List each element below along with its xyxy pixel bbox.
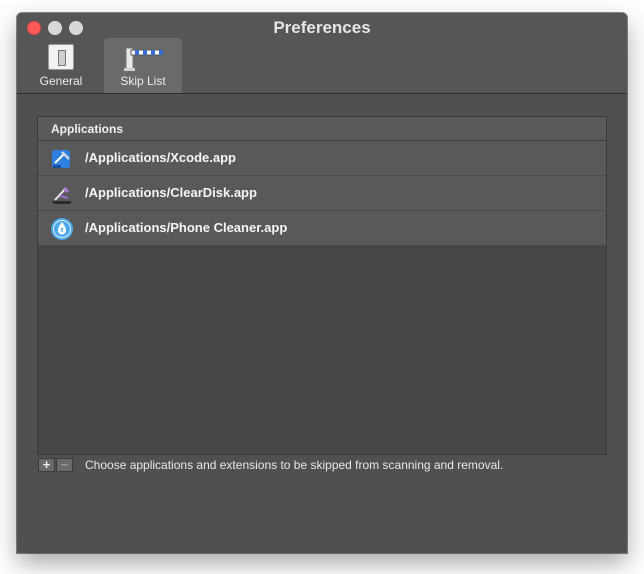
tab-skip-list[interactable]: Skip List bbox=[104, 38, 182, 93]
phone-cleaner-icon bbox=[51, 218, 73, 240]
add-button[interactable]: + bbox=[38, 458, 55, 472]
window-title: Preferences bbox=[273, 18, 371, 37]
switch-icon bbox=[48, 44, 74, 70]
skip-list-hint: Choose applications and extensions to be… bbox=[85, 458, 504, 472]
table-row[interactable]: /Applications/Phone Cleaner.app bbox=[38, 211, 606, 246]
tab-skip-list-label: Skip List bbox=[120, 74, 166, 88]
remove-button[interactable]: − bbox=[56, 458, 73, 472]
tab-general-label: General bbox=[39, 74, 83, 88]
titlebar: Preferences General Skip List bbox=[17, 13, 627, 94]
row-path: /Applications/ClearDisk.app bbox=[85, 185, 257, 200]
table-row[interactable]: /Applications/ClearDisk.app bbox=[38, 176, 606, 211]
preferences-window: Preferences General Skip List Applicatio… bbox=[17, 13, 627, 553]
row-path: /Applications/Xcode.app bbox=[85, 150, 236, 165]
table-row[interactable]: /Applications/Xcode.app bbox=[38, 141, 606, 176]
row-path: /Applications/Phone Cleaner.app bbox=[85, 220, 288, 235]
cleardisk-icon bbox=[52, 187, 72, 204]
skip-list-table: Applications /Applications/Xcode.app /Ap… bbox=[37, 116, 607, 455]
table-footer: + − Choose applications and extensions t… bbox=[37, 456, 607, 476]
column-header-applications[interactable]: Applications bbox=[38, 117, 606, 141]
tab-general[interactable]: General bbox=[30, 38, 92, 93]
xcode-icon bbox=[52, 150, 70, 168]
barrier-gate-icon bbox=[124, 47, 164, 71]
